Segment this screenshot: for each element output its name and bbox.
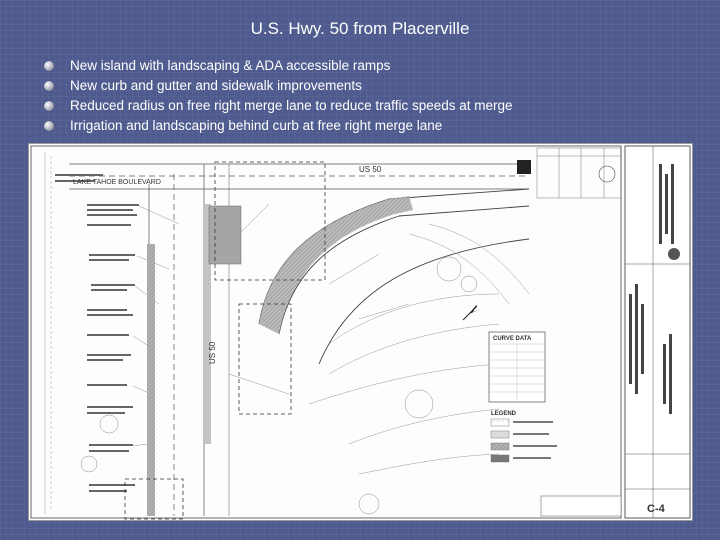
curve-data-table: CURVE DATA: [488, 331, 546, 403]
bullet-item: Irrigation and landscaping behind curb a…: [44, 116, 513, 136]
road-label-top: US 50: [359, 165, 382, 174]
slide-title: U.S. Hwy. 50 from Placerville: [250, 19, 470, 38]
new-island-landscaping: [259, 196, 413, 334]
engineer-seal-icon: [598, 165, 616, 183]
agency-logo-icon: [668, 248, 680, 260]
engineering-plan-drawing: US 50 LAKE TAHOE BOULEVARD US 50 CURVE D…: [28, 143, 693, 521]
bullet-text: New curb and gutter and sidewalk improve…: [70, 78, 362, 93]
general-notes-box: [540, 495, 622, 517]
bullet-item: New island with landscaping & ADA access…: [44, 56, 513, 76]
bullet-item: Reduced radius on free right merge lane …: [44, 96, 513, 116]
bullet-icon: [44, 81, 54, 91]
bullet-text: New island with landscaping & ADA access…: [70, 58, 391, 73]
curve-table-title: CURVE DATA: [493, 336, 532, 342]
bullet-icon: [44, 121, 54, 131]
bullet-list: New island with landscaping & ADA access…: [44, 56, 513, 136]
bullet-item: New curb and gutter and sidewalk improve…: [44, 76, 513, 96]
new-island-area: [208, 205, 242, 265]
bullet-icon: [44, 101, 54, 111]
sheet-number: C-4: [647, 503, 666, 515]
left-notes-column: [44, 152, 52, 514]
hatched-sidewalk-strip: [147, 244, 155, 516]
legend-title: LEGEND: [491, 411, 517, 417]
legend-block: LEGEND: [490, 411, 557, 463]
revision-header-grid: [536, 147, 622, 199]
callout-notes-left: [55, 174, 139, 492]
existing-trees: [80, 256, 520, 515]
slide: U.S. Hwy. 50 from Placerville New island…: [0, 0, 720, 540]
road-label-vertical: US 50: [208, 341, 217, 364]
plan-sheet: US 50 LAKE TAHOE BOULEVARD US 50 CURVE D…: [30, 145, 691, 520]
bullet-text: Irrigation and landscaping behind curb a…: [70, 118, 443, 133]
sheet-mark-icon: [517, 160, 531, 174]
bullet-text: Reduced radius on free right merge lane …: [70, 98, 513, 113]
title-block: [624, 145, 691, 519]
bullet-icon: [44, 61, 54, 71]
street-label: LAKE TAHOE BOULEVARD: [73, 179, 161, 186]
north-arrow-icon: [462, 304, 483, 321]
